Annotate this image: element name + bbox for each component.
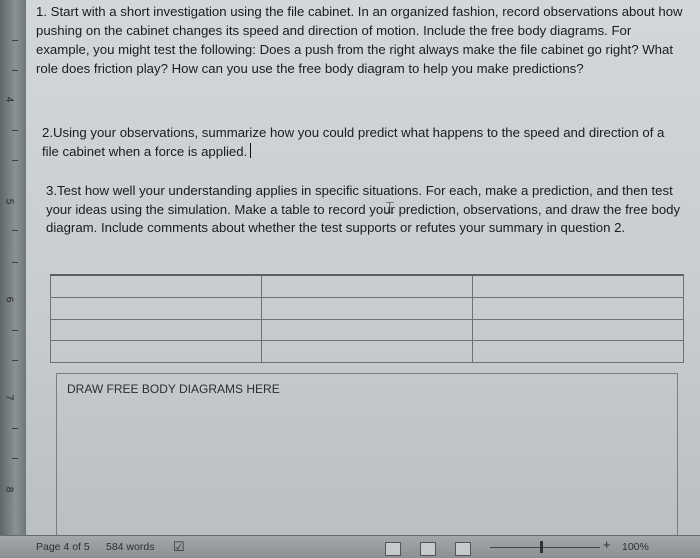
question-2-content: 2.Using your observations, summarize how… <box>42 125 665 159</box>
table-row <box>50 318 684 342</box>
ruler-number: 7 <box>3 394 15 401</box>
ruler-number: 4 <box>3 96 15 103</box>
free-body-diagram-box[interactable]: DRAW FREE BODY DIAGRAMS HERE <box>56 373 678 535</box>
table-cell[interactable] <box>50 340 262 363</box>
table-cell[interactable] <box>472 340 684 363</box>
zoom-in-icon[interactable]: + <box>603 537 611 552</box>
ruler-tick <box>12 160 18 161</box>
table-row <box>50 340 684 363</box>
table-row <box>50 273 684 298</box>
ruler-number: 6 <box>3 296 15 303</box>
ruler-tick <box>12 330 18 331</box>
ruler-tick <box>12 130 18 131</box>
read-mode-icon[interactable] <box>385 542 401 556</box>
ruler-tick <box>12 70 18 71</box>
web-layout-icon[interactable] <box>455 542 471 556</box>
draw-box-label: DRAW FREE BODY DIAGRAMS HERE <box>67 382 280 396</box>
table-cell[interactable] <box>472 318 684 342</box>
ruler-tick <box>12 230 18 231</box>
question-3-text[interactable]: 3.Test how well your understanding appli… <box>46 182 682 238</box>
zoom-level[interactable]: 100% <box>622 541 649 553</box>
print-layout-icon[interactable] <box>420 542 436 556</box>
prediction-table[interactable] <box>50 273 684 363</box>
table-row <box>50 296 684 320</box>
ruler-tick <box>12 458 18 459</box>
question-1-text[interactable]: 1. Start with a short investigation usin… <box>36 2 684 78</box>
word-count-status[interactable]: 584 words <box>106 541 154 553</box>
document-page[interactable]: 1. Start with a short investigation usin… <box>26 0 700 535</box>
table-cell[interactable] <box>50 318 262 342</box>
table-cell[interactable] <box>261 340 473 363</box>
ruler-number: 5 <box>3 198 15 205</box>
page-count-status[interactable]: Page 4 of 5 <box>36 541 90 553</box>
ruler-tick <box>12 360 18 361</box>
ruler-number: 8 <box>3 486 15 493</box>
ruler-tick <box>12 262 18 263</box>
zoom-slider-thumb[interactable] <box>540 541 543 553</box>
text-cursor <box>250 143 252 158</box>
table-cell[interactable] <box>50 273 262 298</box>
ruler-tick <box>12 40 18 41</box>
status-bar: Page 4 of 5 584 words ☑ + 100% <box>0 535 700 558</box>
ibeam-cursor-icon: ⌶ <box>385 200 395 217</box>
table-cell[interactable] <box>472 273 684 298</box>
zoom-slider[interactable] <box>490 547 600 548</box>
proofing-icon[interactable]: ☑ <box>173 539 185 555</box>
table-cell[interactable] <box>50 296 262 320</box>
question-2-text[interactable]: 2.Using your observations, summarize how… <box>42 123 682 161</box>
ruler-tick <box>12 428 18 429</box>
table-cell[interactable] <box>261 318 473 342</box>
table-cell[interactable] <box>472 296 684 320</box>
table-cell[interactable] <box>261 296 473 320</box>
table-cell[interactable] <box>261 273 473 298</box>
vertical-ruler: 4 5 6 7 8 <box>0 0 27 535</box>
